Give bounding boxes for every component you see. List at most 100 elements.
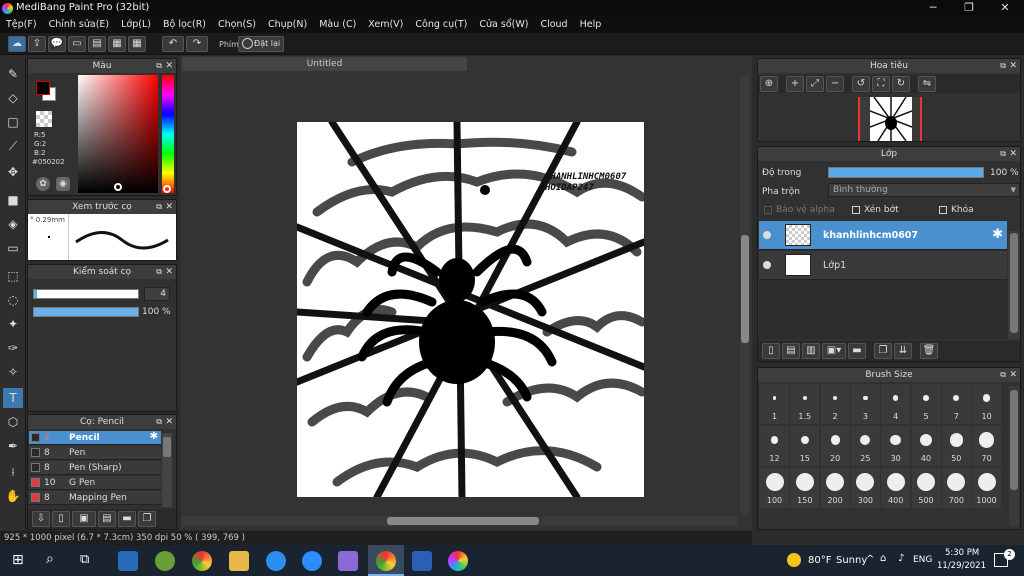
detach-icon[interactable]: ⧉ <box>1000 368 1006 382</box>
hue-cursor[interactable] <box>163 185 171 193</box>
duplicate-layer-icon[interactable]: ❐ <box>874 343 892 359</box>
close-panel-icon[interactable]: ✕ <box>165 265 173 279</box>
message-icon[interactable]: ▭ <box>68 36 86 52</box>
brush-size-cell[interactable]: 100 <box>760 468 789 508</box>
close-panel-icon[interactable]: ✕ <box>1009 368 1017 382</box>
blend-mode-select[interactable]: Bình thường ▼ <box>828 183 1020 197</box>
brush-size-value[interactable]: 4 <box>144 287 170 301</box>
page-icon[interactable]: ▤ <box>88 36 106 52</box>
fill-rect-tool-icon[interactable]: ■ <box>3 190 23 210</box>
menu-item[interactable]: Cloud <box>540 19 567 30</box>
canvas-v-scrollbar[interactable] <box>740 75 750 515</box>
brush-size-cell[interactable]: 40 <box>911 426 941 466</box>
mail-icon[interactable] <box>118 551 138 571</box>
gear-icon[interactable]: ✱ <box>992 227 1003 242</box>
chrome-icon[interactable] <box>192 551 212 571</box>
menu-item[interactable]: Tệp(F) <box>6 19 37 30</box>
detach-icon[interactable]: ⧉ <box>156 415 162 429</box>
brush-size-cell[interactable]: 4 <box>881 384 911 424</box>
grid-icon[interactable]: ▦ <box>108 36 126 52</box>
layer-row[interactable]: Lớp1 <box>759 251 1007 280</box>
line-tool-icon[interactable]: ⟋ <box>3 136 23 156</box>
menu-item[interactable]: Công cụ(T) <box>415 19 467 30</box>
close-button[interactable]: ✕ <box>988 0 1022 16</box>
minimize-button[interactable]: ─ <box>916 0 950 16</box>
brush-size-cell[interactable]: 1 <box>760 384 789 424</box>
menu-item[interactable]: Lớp(L) <box>121 19 151 30</box>
weather-temp[interactable]: 80°F <box>808 555 831 566</box>
hue-slider[interactable] <box>162 75 174 193</box>
windows-start-icon[interactable]: ⊞ <box>12 552 24 568</box>
gear-icon[interactable]: ✱ <box>150 431 158 442</box>
brush-opacity-slider[interactable] <box>33 307 139 317</box>
menu-item[interactable]: Help <box>580 19 602 30</box>
lang-label[interactable]: ENG <box>913 555 932 565</box>
magic-wand-tool-icon[interactable]: ✦ <box>3 314 23 334</box>
close-panel-icon[interactable]: ✕ <box>165 59 173 73</box>
rotate-left-icon[interactable]: ↺ <box>852 76 870 92</box>
text-tool-icon[interactable]: T <box>3 388 23 408</box>
export-icon[interactable]: ⇪ <box>28 36 46 52</box>
close-panel-icon[interactable]: ✕ <box>1009 147 1017 161</box>
merge-layer-icon[interactable]: ⇊ <box>894 343 912 359</box>
new-layer-icon[interactable]: ▯ <box>762 343 780 359</box>
brush-size-cell[interactable]: 12 <box>760 426 789 466</box>
brush-list-item[interactable]: 8 Pen (Sharp) <box>29 461 161 475</box>
brush-size-cell[interactable]: 10 <box>972 384 1002 424</box>
brush-size-scrollbar[interactable] <box>1009 386 1019 526</box>
move-tool-icon[interactable]: ✥ <box>3 162 23 182</box>
brush-size-cell[interactable]: 5 <box>911 384 941 424</box>
close-panel-icon[interactable]: ✕ <box>165 200 173 214</box>
network-icon[interactable]: ⌂ <box>880 553 886 564</box>
rotate-right-icon[interactable]: ↻ <box>892 76 910 92</box>
canvas-h-scroll-thumb[interactable] <box>387 517 539 525</box>
saturation-value-picker[interactable] <box>78 75 158 193</box>
brush-size-cell[interactable]: 1000 <box>972 468 1002 508</box>
primary-color-swatch-front[interactable] <box>36 81 50 95</box>
zalo-icon[interactable] <box>266 551 286 571</box>
navigator-viewport[interactable] <box>858 97 922 141</box>
detach-icon[interactable]: ⧉ <box>1000 59 1006 73</box>
select-rect-tool-icon[interactable]: ⬚ <box>3 266 23 286</box>
brush-size-slider[interactable] <box>33 289 139 299</box>
clipping-checkbox[interactable] <box>852 206 860 214</box>
brush-size-cell[interactable]: 3 <box>850 384 880 424</box>
detach-icon[interactable]: ⧉ <box>156 200 162 214</box>
volume-icon[interactable]: ♪ <box>898 553 904 564</box>
detach-icon[interactable]: ⧉ <box>156 265 162 279</box>
flip-icon[interactable]: ⇋ <box>918 76 936 92</box>
detach-icon[interactable]: ⧉ <box>156 59 162 73</box>
hand-tool-icon[interactable]: ✋ <box>3 486 23 506</box>
brush-size-cell[interactable]: 30 <box>881 426 911 466</box>
brush-size-scroll-thumb[interactable] <box>1010 390 1018 490</box>
eyedropper-tool-icon[interactable]: ⟊ <box>3 462 23 482</box>
shape-tool-icon[interactable]: □ <box>3 112 23 132</box>
word-icon[interactable] <box>412 551 432 571</box>
select-pen-tool-icon[interactable]: ✑ <box>3 338 23 358</box>
app-icon[interactable] <box>155 551 175 571</box>
dropper-tool-icon[interactable]: ✒ <box>3 436 23 456</box>
brush-size-cell[interactable]: 20 <box>820 426 850 466</box>
menu-item[interactable]: Chọn(S) <box>218 19 256 30</box>
document-canvas[interactable]: KHANHLINHCM0607 HOIDAP247 <box>297 122 644 497</box>
weather-text[interactable]: Sunny <box>836 555 867 566</box>
zoom-fit-icon[interactable]: ⊕ <box>760 76 778 92</box>
brush-tool-icon[interactable]: ✎ <box>3 64 23 84</box>
zoom-icon[interactable] <box>302 551 322 571</box>
layer-row[interactable]: khanhlinhcm0607 ✱ <box>759 221 1007 250</box>
layer-opacity-slider[interactable] <box>828 167 984 178</box>
eraser-tool-icon[interactable]: ◇ <box>3 88 23 108</box>
close-panel-icon[interactable]: ✕ <box>165 415 173 429</box>
clock-date[interactable]: 11/29/2021 <box>937 561 986 571</box>
transparent-swatch[interactable] <box>36 111 52 127</box>
brush-size-cell[interactable]: 70 <box>972 426 1002 466</box>
brush-size-cell[interactable]: 2 <box>820 384 850 424</box>
brush-size-cell[interactable]: 400 <box>881 468 911 508</box>
brush-size-cell[interactable]: 500 <box>911 468 941 508</box>
brush-size-cell[interactable]: 1.5 <box>790 384 820 424</box>
brush-size-cell[interactable]: 50 <box>941 426 971 466</box>
maximize-button[interactable]: ❐ <box>952 0 986 16</box>
menu-item[interactable]: Xem(V) <box>368 19 403 30</box>
palette-icon[interactable]: ✿ <box>36 177 50 191</box>
picker-cursor[interactable] <box>114 183 122 191</box>
